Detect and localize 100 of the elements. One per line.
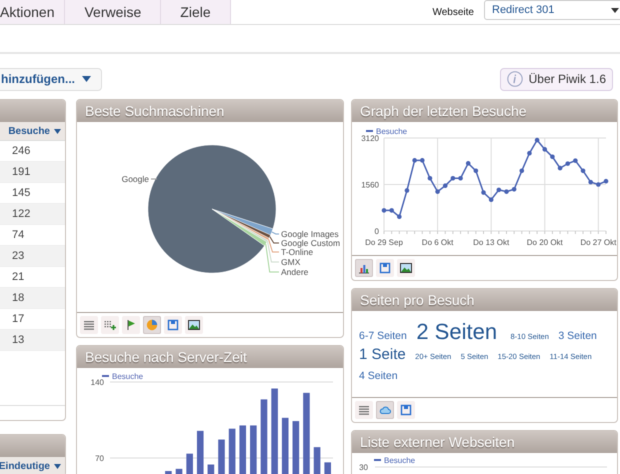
- widget-header: [0, 435, 65, 457]
- nav-tab[interactable]: Verweise: [65, 0, 162, 24]
- site-label: Webseite: [432, 6, 474, 18]
- axis-label: 140: [90, 378, 104, 387]
- table-cell: 23: [0, 246, 65, 267]
- axis-label: Do 29 Sep: [365, 238, 403, 247]
- data-point: [520, 168, 524, 174]
- data-point: [442, 183, 448, 188]
- about-button[interactable]: Über Piwik 1.6: [500, 68, 613, 90]
- data-point: [565, 161, 570, 166]
- axis-label: 3120: [361, 134, 379, 143]
- data-point: [412, 158, 417, 163]
- data-point: [542, 147, 548, 152]
- page-count-link[interactable]: 3 Seiten: [558, 330, 597, 342]
- table-cell: 122: [0, 204, 65, 225]
- data-point: [573, 158, 578, 163]
- axis-label: 1560: [361, 180, 379, 190]
- data-point: [534, 138, 540, 142]
- chart-legend: Besuche: [374, 456, 416, 465]
- legend-label: Besuche: [376, 127, 408, 136]
- add-widget-button[interactable]: hinzufügen...: [0, 68, 102, 90]
- flag-icon: [125, 319, 137, 331]
- widget-title: Liste externer Webseiten: [360, 434, 515, 450]
- data-point: [488, 197, 494, 202]
- data-point: [466, 161, 470, 166]
- data-point: [481, 190, 486, 195]
- slice-label: T-Online: [281, 247, 314, 257]
- leader-line: [271, 231, 280, 234]
- page-count-link[interactable]: 1 Seite: [359, 346, 406, 363]
- page-count-link[interactable]: 2 Seiten: [416, 319, 498, 344]
- data-point: [512, 186, 516, 192]
- data-point: [404, 188, 410, 193]
- axis-label: 0: [374, 227, 379, 236]
- page-count-link[interactable]: 6-7 Seiten: [359, 330, 407, 342]
- widget-title: Beste Suchmaschinen: [85, 103, 224, 119]
- landscape-image-icon: [188, 319, 200, 331]
- landscape-image-icon: [400, 262, 412, 274]
- leader-line: [150, 178, 158, 180]
- data-point: [504, 189, 509, 194]
- view-toggle-button[interactable]: [80, 316, 98, 334]
- list-plus-icon: [104, 319, 116, 331]
- axis-label: 70: [95, 454, 104, 463]
- slice-label: Google Custom: [281, 238, 340, 248]
- caret-icon: [82, 76, 91, 82]
- view-toggle-button[interactable]: [122, 316, 140, 334]
- page-count-link[interactable]: 4 Seiten: [359, 370, 398, 382]
- widget-title: Seiten pro Besuch: [360, 292, 474, 308]
- axis-label: Do 20 Okt: [526, 238, 563, 247]
- view-toggle-button[interactable]: [376, 401, 394, 419]
- table-cell: 191: [0, 162, 65, 183]
- data-point: [397, 214, 402, 219]
- table-cell: 18: [0, 288, 65, 309]
- bar-chart-icon: [358, 262, 370, 274]
- data-point: [389, 208, 394, 213]
- view-toggle-button[interactable]: [355, 401, 373, 419]
- slice-label: Google: [122, 174, 149, 184]
- nav-tab[interactable]: Aktionen: [0, 0, 66, 24]
- data-point: [420, 158, 425, 163]
- data-point: [604, 178, 608, 184]
- cloud-icon: [379, 404, 391, 416]
- site-select[interactable]: Redirect 301: [484, 0, 620, 20]
- pie-chart-icon: [146, 319, 158, 331]
- axis-label: 30: [359, 463, 368, 472]
- nav-tab[interactable]: Ziele: [161, 0, 231, 24]
- caret-icon: [611, 8, 619, 12]
- sort-desc-icon: [54, 464, 61, 468]
- data-point: [382, 208, 386, 213]
- data-point: [580, 168, 586, 174]
- view-toggle-button[interactable]: [164, 316, 182, 334]
- view-toggle-button[interactable]: [355, 259, 373, 277]
- slice-label: GMX: [281, 257, 300, 267]
- data-point: [474, 168, 478, 174]
- widget-title: Besuche nach Server-Zeit: [85, 349, 247, 365]
- view-toggle-button[interactable]: [397, 401, 415, 419]
- legend-label: Besuche: [112, 372, 144, 381]
- data-point: [458, 176, 463, 181]
- view-toggle-button[interactable]: [143, 316, 161, 334]
- axis-label: Do 6 Okt: [422, 238, 454, 247]
- table-cell: 13: [0, 330, 65, 351]
- chart-legend: Besuche: [102, 372, 144, 381]
- list-icon: [358, 404, 370, 416]
- info-icon: [506, 71, 523, 87]
- data-point: [588, 180, 593, 184]
- view-toggle-button[interactable]: [101, 316, 119, 334]
- data-point: [496, 188, 502, 192]
- slice-label: Andere: [281, 267, 308, 277]
- view-toggle-button[interactable]: [185, 316, 203, 334]
- widget-title: Graph der letzten Besuche: [360, 103, 527, 119]
- data-point: [450, 176, 456, 181]
- data-point: [596, 182, 601, 187]
- data-point: [435, 189, 440, 194]
- data-point: [550, 154, 555, 160]
- view-toggle-button[interactable]: [376, 259, 394, 277]
- list-icon: [83, 319, 95, 331]
- chart-legend: Besuche: [366, 127, 408, 136]
- axis-label: Do 27 Okt: [580, 238, 616, 247]
- slice-label: Google Images: [281, 229, 339, 239]
- data-point: [527, 150, 532, 156]
- widget-header: [0, 100, 65, 122]
- view-toggle-button[interactable]: [397, 259, 415, 277]
